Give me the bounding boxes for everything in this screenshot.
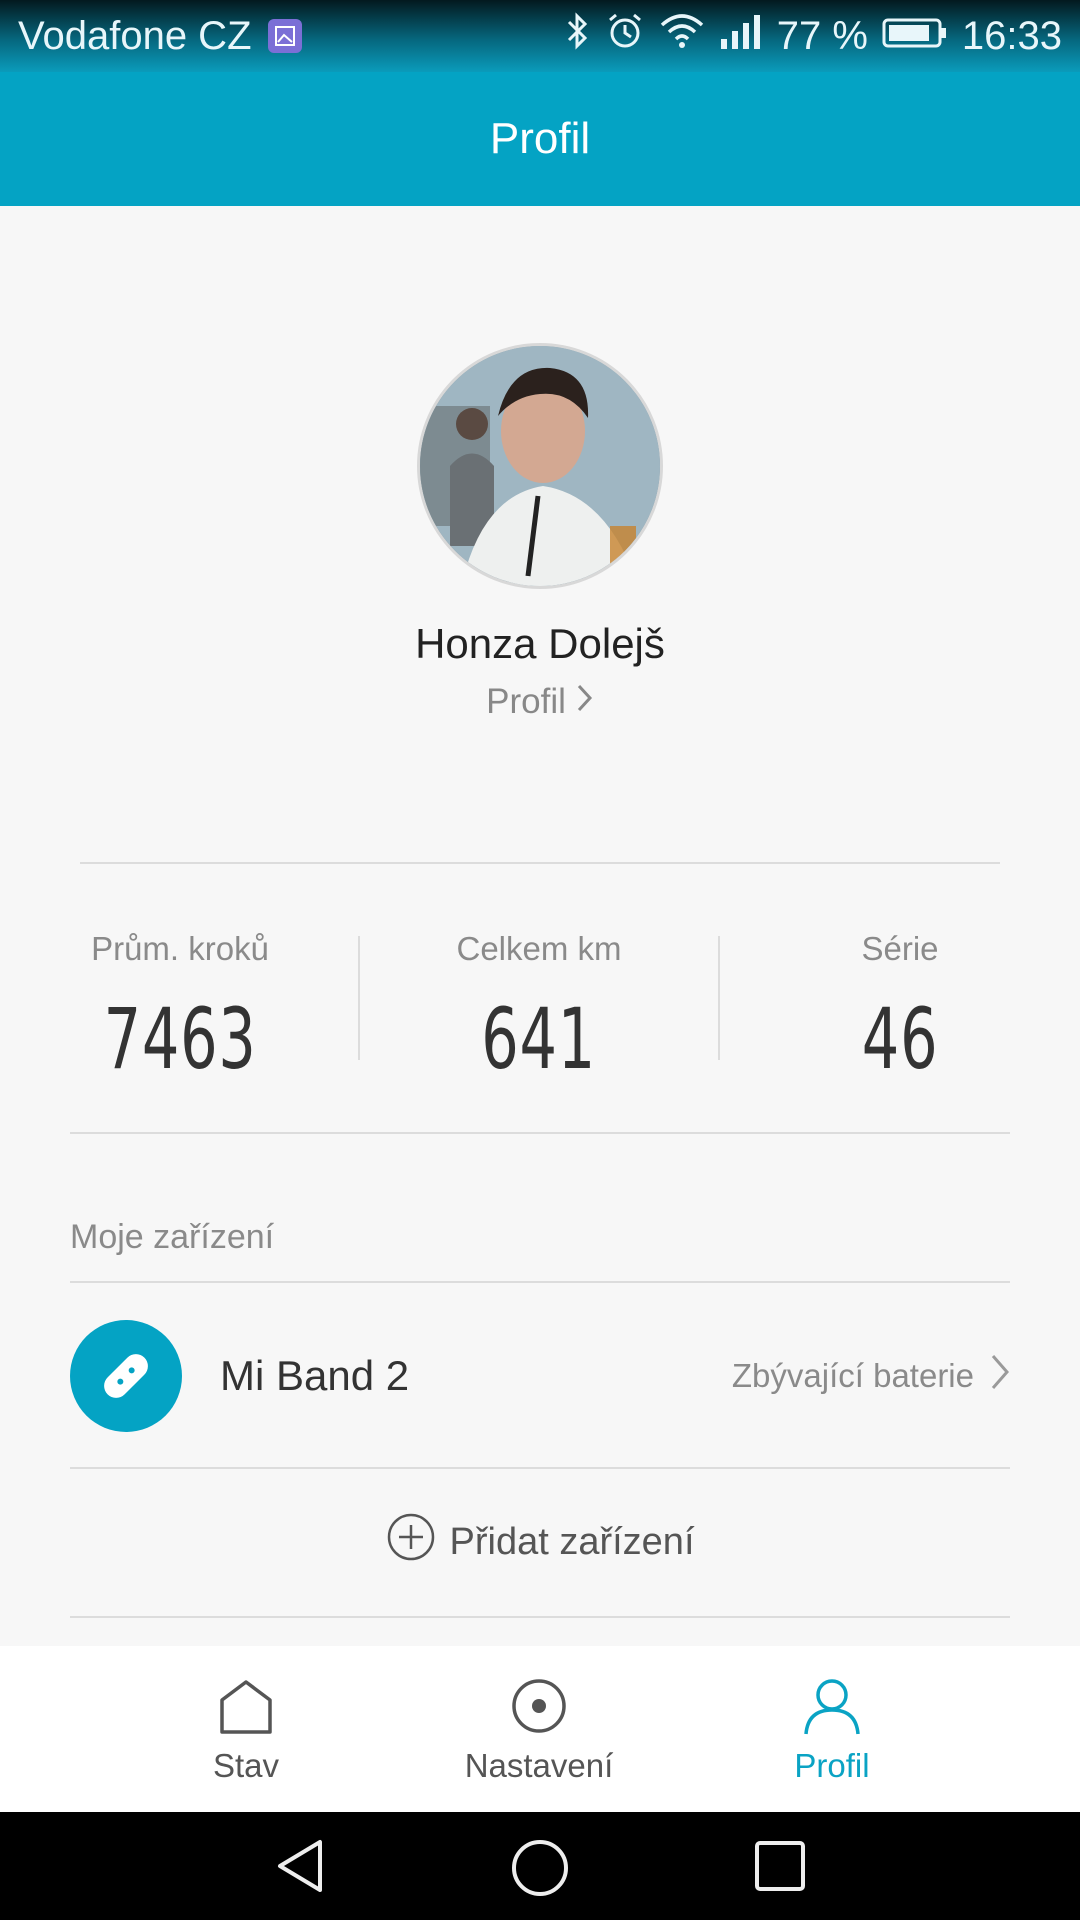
bluetooth-icon — [563, 11, 591, 61]
stat-average-steps: Prům. kroků 7463 — [30, 930, 330, 1088]
divider — [70, 1616, 1010, 1618]
status-bar: Vodafone CZ 77 % 16:33 — [0, 0, 1080, 72]
page-title: Profil — [489, 114, 591, 163]
home-icon — [216, 1680, 276, 1740]
carrier-name: Vodafone CZ — [18, 13, 252, 58]
chevron-right-icon — [576, 682, 594, 722]
divider — [70, 1467, 1010, 1469]
user-name: Honza Dolejš — [415, 620, 665, 667]
person-icon — [802, 1679, 862, 1740]
settings-circle-icon — [509, 1679, 569, 1740]
section-title-devices: Moje zařízení — [70, 1218, 275, 1256]
nav-label: Stav — [212, 1747, 280, 1784]
bottom-navigation: Stav Nastavení Profil — [0, 1646, 1080, 1812]
stat-total-km: Celkem km 641 — [389, 930, 689, 1088]
device-status: Zbývající baterie — [732, 1352, 1010, 1400]
nav-label: Profil — [794, 1747, 870, 1784]
stat-value: 46 — [861, 990, 939, 1088]
stat-series: Série 46 — [750, 930, 1050, 1088]
plus-circle-icon — [386, 1512, 436, 1572]
stat-value: 641 — [481, 990, 597, 1088]
alarm-icon — [605, 11, 645, 61]
battery-icon — [882, 14, 948, 59]
profile-link-label: Profil — [486, 682, 566, 721]
device-item-mi-band-2[interactable]: Mi Band 2 Zbývající baterie — [70, 1283, 1010, 1469]
stat-value: 7463 — [103, 990, 257, 1088]
stat-label: Celkem km — [456, 930, 622, 967]
stat-label: Série — [861, 930, 939, 967]
nav-label: Nastavení — [464, 1747, 614, 1784]
nav-item-stav[interactable]: Stav — [126, 1676, 366, 1785]
stat-divider — [718, 936, 720, 1060]
chevron-right-icon — [990, 1352, 1010, 1400]
divider — [70, 1132, 1010, 1134]
stat-label: Prům. kroků — [91, 930, 269, 967]
back-icon[interactable] — [272, 1838, 328, 1899]
band-icon — [70, 1320, 182, 1432]
profile-link[interactable]: Profil — [0, 682, 1080, 722]
nav-item-nastaveni[interactable]: Nastavení — [419, 1676, 659, 1785]
stat-divider — [358, 936, 360, 1060]
battery-percent: 77 % — [776, 13, 868, 58]
divider — [80, 862, 1000, 864]
signal-icon — [719, 13, 763, 59]
wifi-icon — [659, 13, 705, 59]
add-device-label: Přidat zařízení — [449, 1520, 695, 1563]
avatar[interactable] — [417, 343, 663, 589]
system-navigation-bar — [0, 1812, 1080, 1920]
device-status-label: Zbývající baterie — [731, 1357, 974, 1394]
clock: 16:33 — [961, 13, 1062, 58]
recent-apps-icon[interactable] — [752, 1838, 808, 1899]
home-button-icon[interactable] — [510, 1838, 570, 1903]
add-device-button[interactable]: Přidat zařízení — [0, 1512, 1080, 1572]
image-notification-icon — [267, 19, 302, 53]
app-bar: Profil — [0, 72, 1080, 206]
device-name: Mi Band 2 — [220, 1352, 410, 1399]
nav-item-profil[interactable]: Profil — [712, 1676, 952, 1785]
